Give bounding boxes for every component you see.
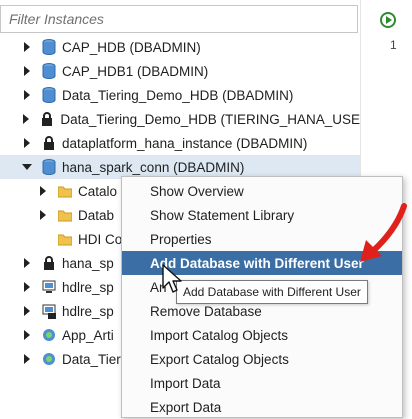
run-icon[interactable] xyxy=(380,12,396,28)
expand-arrow-icon[interactable] xyxy=(22,330,32,340)
tree-item-label: Data_Tier xyxy=(62,351,121,367)
database-icon xyxy=(42,159,56,175)
locked-database-icon xyxy=(44,256,54,270)
tree-item-label: App_Arti xyxy=(62,327,114,343)
tree-item-label: Data_Tiering_Demo_HDB (DBADMIN) xyxy=(62,87,294,103)
expand-arrow-icon[interactable] xyxy=(22,114,30,124)
tree-item[interactable]: dataplatform_hana_instance (DBADMIN) xyxy=(0,131,360,155)
tree-item-label: HDI Co xyxy=(78,231,123,247)
tree-item-label: Data_Tiering_Demo_HDB (TIERING_HANA_USE xyxy=(60,111,360,127)
app-icon xyxy=(43,353,55,365)
filter-box xyxy=(0,5,358,33)
locked-server-icon xyxy=(42,304,56,319)
tree-item[interactable]: CAP_HDB (DBADMIN) xyxy=(0,35,360,59)
locked-database-icon xyxy=(42,112,53,126)
menu-item-import-data[interactable]: Import Data xyxy=(122,371,402,395)
menu-item-export-data[interactable]: Export Data xyxy=(122,395,402,419)
server-icon xyxy=(42,280,56,293)
expand-arrow-icon[interactable] xyxy=(22,354,32,364)
expand-arrow-icon[interactable] xyxy=(22,306,32,316)
tree-item-label: dataplatform_hana_instance (DBADMIN) xyxy=(62,135,308,151)
tree-item[interactable]: CAP_HDB1 (DBADMIN) xyxy=(0,59,360,83)
menu-item-export-catalog-objects[interactable]: Export Catalog Objects xyxy=(122,347,402,371)
filter-instances-input[interactable] xyxy=(1,6,357,32)
tree-item-label: hana_sp xyxy=(62,255,114,271)
expand-arrow-icon[interactable] xyxy=(22,282,32,292)
folder-icon xyxy=(58,234,72,246)
tree-item-label: hdlre_sp xyxy=(62,303,114,319)
tree-item-label: hana_spark_conn (DBADMIN) xyxy=(62,159,245,175)
expand-arrow-icon[interactable] xyxy=(22,42,32,52)
collapse-arrow-icon[interactable] xyxy=(22,162,32,172)
tree-item-label: CAP_HDB (DBADMIN) xyxy=(62,39,201,55)
expand-arrow-icon[interactable] xyxy=(22,90,32,100)
folder-icon xyxy=(58,210,72,222)
tree-item[interactable]: Data_Tiering_Demo_HDB (TIERING_HANA_USE xyxy=(0,107,360,131)
tree-item-label: CAP_HDB1 (DBADMIN) xyxy=(62,63,209,79)
expand-arrow-icon[interactable] xyxy=(22,138,32,148)
database-icon xyxy=(42,63,56,79)
expand-arrow-icon[interactable] xyxy=(38,186,48,196)
mouse-cursor-icon xyxy=(162,264,182,293)
tree-item-label: Catalo xyxy=(78,183,118,199)
database-icon xyxy=(42,87,56,103)
app-icon xyxy=(43,329,55,341)
line-number: 1 xyxy=(390,38,397,52)
expand-arrow-icon[interactable] xyxy=(22,258,32,268)
annotation-arrow-icon xyxy=(360,203,407,262)
database-icon xyxy=(42,39,56,55)
locked-database-icon xyxy=(44,136,54,150)
tree-item-label: hdlre_sp xyxy=(62,279,114,295)
expand-arrow-icon[interactable] xyxy=(22,66,32,76)
tree-item-label: Datab xyxy=(78,207,115,223)
tooltip: Add Database with Different User xyxy=(176,280,368,304)
folder-icon xyxy=(58,186,72,198)
tree-item[interactable]: Data_Tiering_Demo_HDB (DBADMIN) xyxy=(0,83,360,107)
expand-arrow-icon[interactable] xyxy=(38,210,48,220)
menu-item-import-catalog-objects[interactable]: Import Catalog Objects xyxy=(122,323,402,347)
